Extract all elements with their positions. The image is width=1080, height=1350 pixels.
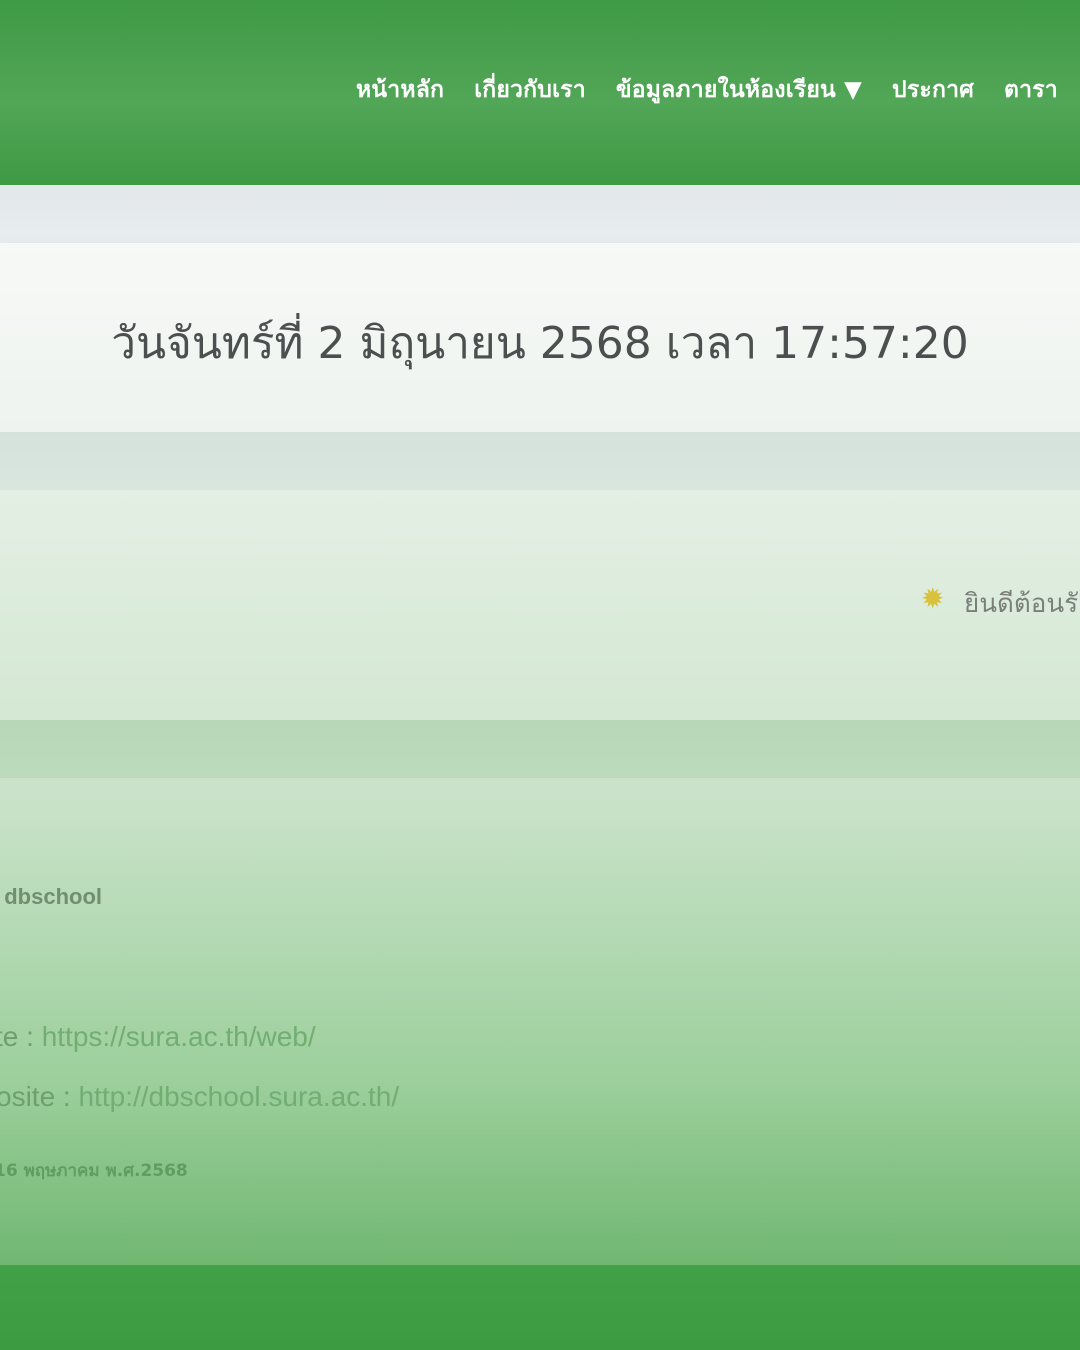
- nav-home[interactable]: หน้าหลัก: [356, 72, 444, 108]
- last-updated: 16 พฤษภาคม พ.ศ.2568: [0, 1161, 188, 1181]
- spacer-band: [0, 185, 1080, 243]
- bottom-bar: [0, 1265, 1080, 1350]
- nav-schedule[interactable]: ตารา: [1004, 72, 1058, 108]
- website-link-row: te : https://sura.ac.th/web/: [0, 1021, 316, 1053]
- nav-announcements[interactable]: ประกาศ: [892, 72, 974, 108]
- top-header: หน้าหลัก เกี่ยวกับเรา ข้อมูลภายในห้องเรี…: [0, 0, 1080, 185]
- nav-classroom-info-dropdown[interactable]: ข้อมูลภายในห้องเรียน ▼: [616, 72, 862, 108]
- spacer-band: [0, 432, 1080, 490]
- dbschool-website-link[interactable]: http://dbschool.sura.ac.th/: [78, 1081, 399, 1112]
- footer-brand: / dbschool: [0, 884, 102, 909]
- welcome-marquee-text: ยินดีต้อนรั: [964, 589, 1079, 619]
- current-datetime: วันจันทร์ที่ 2 มิถุนายน 2568 เวลา 17:57:…: [111, 318, 969, 369]
- sun-icon: ✹: [921, 582, 945, 615]
- spacer-band: [0, 720, 1080, 778]
- welcome-panel: [0, 490, 1080, 720]
- dbschool-label: osite :: [0, 1081, 79, 1112]
- nav-about[interactable]: เกี่ยวกับเรา: [474, 72, 586, 108]
- website-label: te :: [0, 1021, 34, 1052]
- school-website-link[interactable]: https://sura.ac.th/web/: [42, 1021, 316, 1052]
- main-nav: หน้าหลัก เกี่ยวกับเรา ข้อมูลภายในห้องเรี…: [356, 72, 1058, 108]
- dbschool-link-row: osite : http://dbschool.sura.ac.th/: [0, 1081, 399, 1113]
